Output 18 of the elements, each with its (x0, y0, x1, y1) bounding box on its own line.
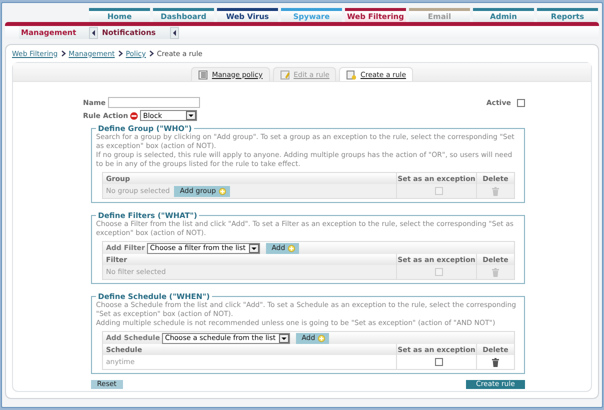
chevron-icon (148, 50, 154, 57)
plus-icon (318, 334, 326, 342)
document-icon (346, 70, 356, 80)
name-field[interactable] (108, 97, 200, 108)
trash-icon (492, 268, 499, 276)
trash-icon[interactable] (492, 358, 499, 366)
active-checkbox[interactable] (517, 98, 525, 106)
plus-icon (218, 188, 226, 194)
stop-icon (130, 112, 138, 120)
chevron-icon (60, 50, 66, 57)
arrow-icon (89, 26, 98, 38)
list-icon (198, 70, 208, 80)
plus-icon (288, 244, 296, 252)
chevron-icon (118, 50, 123, 57)
exception-checkbox[interactable] (434, 358, 442, 366)
edit-icon (280, 70, 290, 80)
trash-icon (492, 186, 499, 196)
arrow-icon (170, 26, 179, 38)
